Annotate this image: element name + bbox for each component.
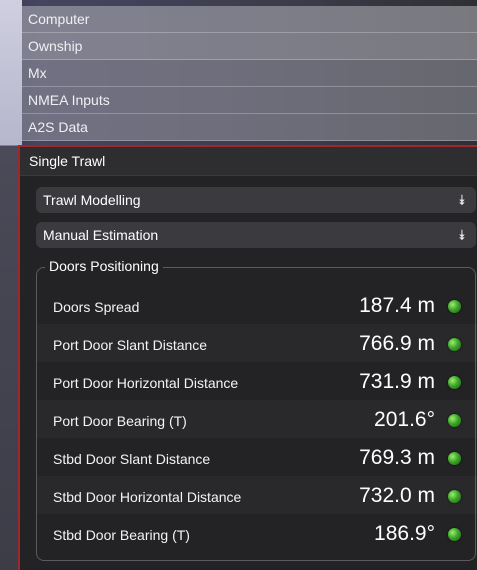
single-trawl-header[interactable]: Single Trawl <box>20 147 477 176</box>
row-value: 766.9 m <box>359 332 435 355</box>
single-trawl-panel: Single Trawl Trawl Modelling ⯯ Manual Es… <box>18 145 477 570</box>
status-led-icon <box>448 414 461 427</box>
side-menu: Computer Ownship Mx NMEA Inputs A2S Data <box>22 6 477 141</box>
double-chevron-down-icon: ⯯ <box>457 192 466 208</box>
row-label: Port Door Slant Distance <box>53 337 208 353</box>
trawl-modelling-dropdown[interactable]: Trawl Modelling ⯯ <box>36 187 476 213</box>
status-led-icon <box>448 338 461 351</box>
row-value: 186.9° <box>374 522 435 545</box>
manual-estimation-label: Manual Estimation <box>43 227 159 243</box>
data-row-stbd-door-bearing: Stbd Door Bearing (T) 186.9° <box>53 520 463 550</box>
row-value: 769.3 m <box>359 446 435 469</box>
data-row-stbd-door-horizontal: Stbd Door Horizontal Distance 732.0 m <box>53 482 463 512</box>
row-value: 731.9 m <box>359 370 435 393</box>
menu-item-ownship[interactable]: Ownship <box>22 33 477 60</box>
row-label: Stbd Door Slant Distance <box>53 451 211 467</box>
doors-positioning-title: Doors Positioning <box>45 258 163 274</box>
menu-item-computer[interactable]: Computer <box>22 6 477 33</box>
row-value: 732.0 m <box>359 484 435 507</box>
data-row-stbd-door-slant: Stbd Door Slant Distance 769.3 m <box>53 444 463 474</box>
doors-positioning-group: Doors Positioning Doors Spread 187.4 m P… <box>36 258 476 561</box>
row-label: Doors Spread <box>53 299 140 315</box>
row-value: 201.6° <box>374 408 435 431</box>
trawl-modelling-label: Trawl Modelling <box>43 192 141 208</box>
menu-item-nmea-inputs[interactable]: NMEA Inputs <box>22 87 477 114</box>
row-value: 187.4 m <box>359 294 435 317</box>
data-row-port-door-horizontal: Port Door Horizontal Distance 731.9 m <box>53 368 463 398</box>
row-label: Port Door Bearing (T) <box>53 413 187 429</box>
manual-estimation-dropdown[interactable]: Manual Estimation ⯯ <box>36 222 476 248</box>
status-led-icon <box>448 376 461 389</box>
data-row-doors-spread: Doors Spread 187.4 m <box>53 292 463 322</box>
status-led-icon <box>448 528 461 541</box>
row-label: Port Door Horizontal Distance <box>53 375 239 391</box>
menu-item-mx[interactable]: Mx <box>22 60 477 87</box>
status-led-icon <box>448 490 461 503</box>
status-led-icon <box>448 300 461 313</box>
double-chevron-down-icon: ⯯ <box>457 227 466 243</box>
status-led-icon <box>448 452 461 465</box>
row-label: Stbd Door Horizontal Distance <box>53 489 242 505</box>
row-label: Stbd Door Bearing (T) <box>53 527 190 543</box>
data-row-port-door-bearing: Port Door Bearing (T) 201.6° <box>53 406 463 436</box>
data-row-port-door-slant: Port Door Slant Distance 766.9 m <box>53 330 463 360</box>
menu-item-a2s-data[interactable]: A2S Data <box>22 114 477 141</box>
